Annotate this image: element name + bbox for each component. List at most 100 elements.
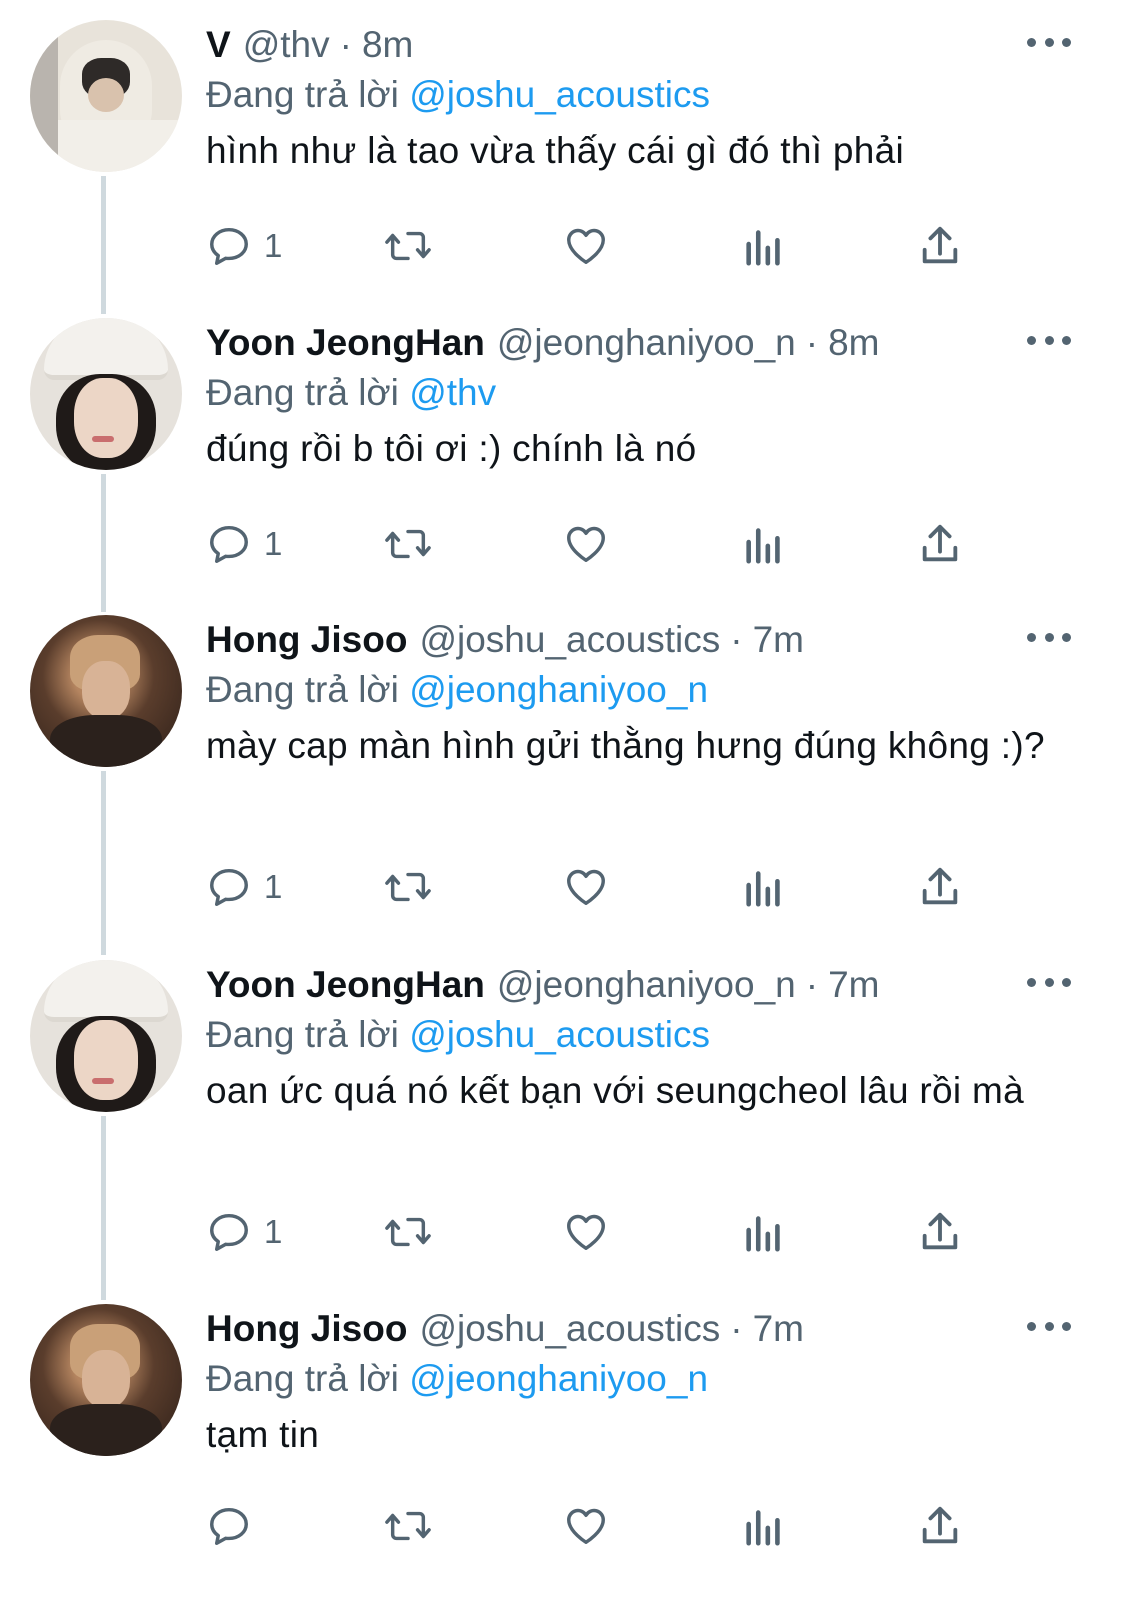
avatar[interactable] xyxy=(30,20,182,172)
timestamp[interactable]: 8m xyxy=(362,20,413,70)
share-upload-icon xyxy=(922,524,958,562)
mention-link[interactable]: @jeonghaniyoo_n xyxy=(409,1358,708,1399)
user-handle[interactable]: @jeonghaniyoo_n xyxy=(497,960,796,1010)
display-name[interactable]: V xyxy=(206,20,231,70)
more-options-icon[interactable] xyxy=(1027,332,1071,348)
bar-chart-icon xyxy=(746,1510,780,1546)
speech-bubble-icon xyxy=(210,227,248,265)
separator-dot: · xyxy=(339,24,352,65)
more-options-icon[interactable] xyxy=(1027,34,1071,50)
tweet-text: tạm tin xyxy=(206,1414,320,1455)
retweet-arrows-icon xyxy=(385,529,431,559)
replying-to: Đang trả lời @jeonghaniyoo_n xyxy=(206,1354,1066,1404)
retweet-button[interactable] xyxy=(382,861,434,913)
separator-dot: · xyxy=(730,619,743,660)
display-name[interactable]: Yoon JeongHan xyxy=(206,318,485,368)
heart-icon xyxy=(567,1508,605,1545)
heart-icon xyxy=(567,526,605,563)
reply-button[interactable]: 1 xyxy=(206,861,282,913)
avatar[interactable] xyxy=(30,960,182,1112)
reply-button[interactable]: 1 xyxy=(206,518,282,570)
reply-button[interactable]: 1 xyxy=(206,220,282,272)
retweet-button[interactable] xyxy=(382,220,434,272)
thread-connector-line xyxy=(101,771,106,955)
speech-bubble-icon xyxy=(210,525,248,563)
replying-to-label: Đang trả lời xyxy=(206,74,399,115)
replying-to-label: Đang trả lời xyxy=(206,1014,399,1055)
action-bar: 1 xyxy=(206,518,966,570)
reply-count: 1 xyxy=(264,1213,283,1250)
timestamp[interactable]: 7m xyxy=(828,960,879,1010)
replying-to: Đang trả lời @joshu_acoustics xyxy=(206,70,1066,120)
mention-link[interactable]: @joshu_acoustics xyxy=(409,1014,710,1055)
more-options-icon[interactable] xyxy=(1027,629,1071,645)
retweet-arrows-icon xyxy=(385,872,431,902)
retweet-button[interactable] xyxy=(382,518,434,570)
action-bar xyxy=(206,1500,966,1552)
timestamp[interactable]: 7m xyxy=(753,615,804,665)
retweet-button[interactable] xyxy=(382,1206,434,1258)
share-button[interactable] xyxy=(918,1206,962,1258)
user-handle[interactable]: @thv xyxy=(243,20,330,70)
speech-bubble-icon xyxy=(210,1507,248,1545)
mention-link[interactable]: @joshu_acoustics xyxy=(409,74,710,115)
avatar[interactable] xyxy=(30,615,182,767)
like-button[interactable] xyxy=(562,518,610,570)
views-button[interactable] xyxy=(742,861,786,913)
separator-dot: · xyxy=(805,964,819,1005)
more-options-icon[interactable] xyxy=(1027,974,1071,990)
speech-bubble-icon xyxy=(210,868,248,906)
retweet-arrows-icon xyxy=(385,231,431,261)
views-button[interactable] xyxy=(742,518,786,570)
bar-chart-icon xyxy=(746,1216,780,1252)
heart-icon xyxy=(567,228,605,265)
tweet-text: oan ức quá nó kết bạn với seungcheol lâu… xyxy=(206,1070,1025,1111)
bar-chart-icon xyxy=(746,528,780,564)
replying-to-label: Đang trả lời xyxy=(206,1358,399,1399)
mention-link[interactable]: @thv xyxy=(409,372,496,413)
replying-to: Đang trả lời @thv xyxy=(206,368,1066,418)
avatar[interactable] xyxy=(30,1304,182,1456)
timestamp[interactable]: 7m xyxy=(753,1304,804,1354)
retweet-arrows-icon xyxy=(385,1511,431,1541)
share-upload-icon xyxy=(922,226,958,264)
display-name[interactable]: Yoon JeongHan xyxy=(206,960,485,1010)
timestamp[interactable]: 8m xyxy=(828,318,879,368)
mention-link[interactable]: @jeonghaniyoo_n xyxy=(409,669,708,710)
speech-bubble-icon xyxy=(210,1213,248,1251)
views-button[interactable] xyxy=(742,220,786,272)
like-button[interactable] xyxy=(562,861,610,913)
reply-thread: V @thv · 8m Đang trả lời @joshu_acoustic… xyxy=(0,0,1125,1613)
like-button[interactable] xyxy=(562,1500,610,1552)
share-button[interactable] xyxy=(918,220,962,272)
like-button[interactable] xyxy=(562,220,610,272)
replying-to-label: Đang trả lời xyxy=(206,669,399,710)
retweet-button[interactable] xyxy=(382,1500,434,1552)
views-button[interactable] xyxy=(742,1206,786,1258)
like-button[interactable] xyxy=(562,1206,610,1258)
replying-to: Đang trả lời @jeonghaniyoo_n xyxy=(206,665,1066,715)
share-button[interactable] xyxy=(918,861,962,913)
reply-button[interactable] xyxy=(206,1500,264,1552)
reply-button[interactable]: 1 xyxy=(206,1206,282,1258)
user-handle[interactable]: @joshu_acoustics xyxy=(419,1304,720,1354)
avatar[interactable] xyxy=(30,318,182,470)
action-bar: 1 xyxy=(206,861,966,913)
action-bar: 1 xyxy=(206,1206,966,1258)
display-name[interactable]: Hong Jisoo xyxy=(206,615,407,665)
thread-connector-line xyxy=(101,474,106,612)
tweet-text: mày cap màn hình gửi thằng hưng đúng khô… xyxy=(206,725,1045,766)
user-handle[interactable]: @joshu_acoustics xyxy=(419,615,720,665)
tweet-text: đúng rồi b tôi ơi :) chính là nó xyxy=(206,428,697,469)
share-upload-icon xyxy=(922,1212,958,1250)
display-name[interactable]: Hong Jisoo xyxy=(206,1304,407,1354)
replying-to: Đang trả lời @joshu_acoustics xyxy=(206,1010,1066,1060)
user-handle[interactable]: @jeonghaniyoo_n xyxy=(497,318,796,368)
separator-dot: · xyxy=(730,1308,743,1349)
more-options-icon[interactable] xyxy=(1027,1318,1071,1334)
share-upload-icon xyxy=(922,1506,958,1544)
separator-dot: · xyxy=(805,322,819,363)
views-button[interactable] xyxy=(742,1500,786,1552)
share-button[interactable] xyxy=(918,518,962,570)
share-button[interactable] xyxy=(918,1500,962,1552)
